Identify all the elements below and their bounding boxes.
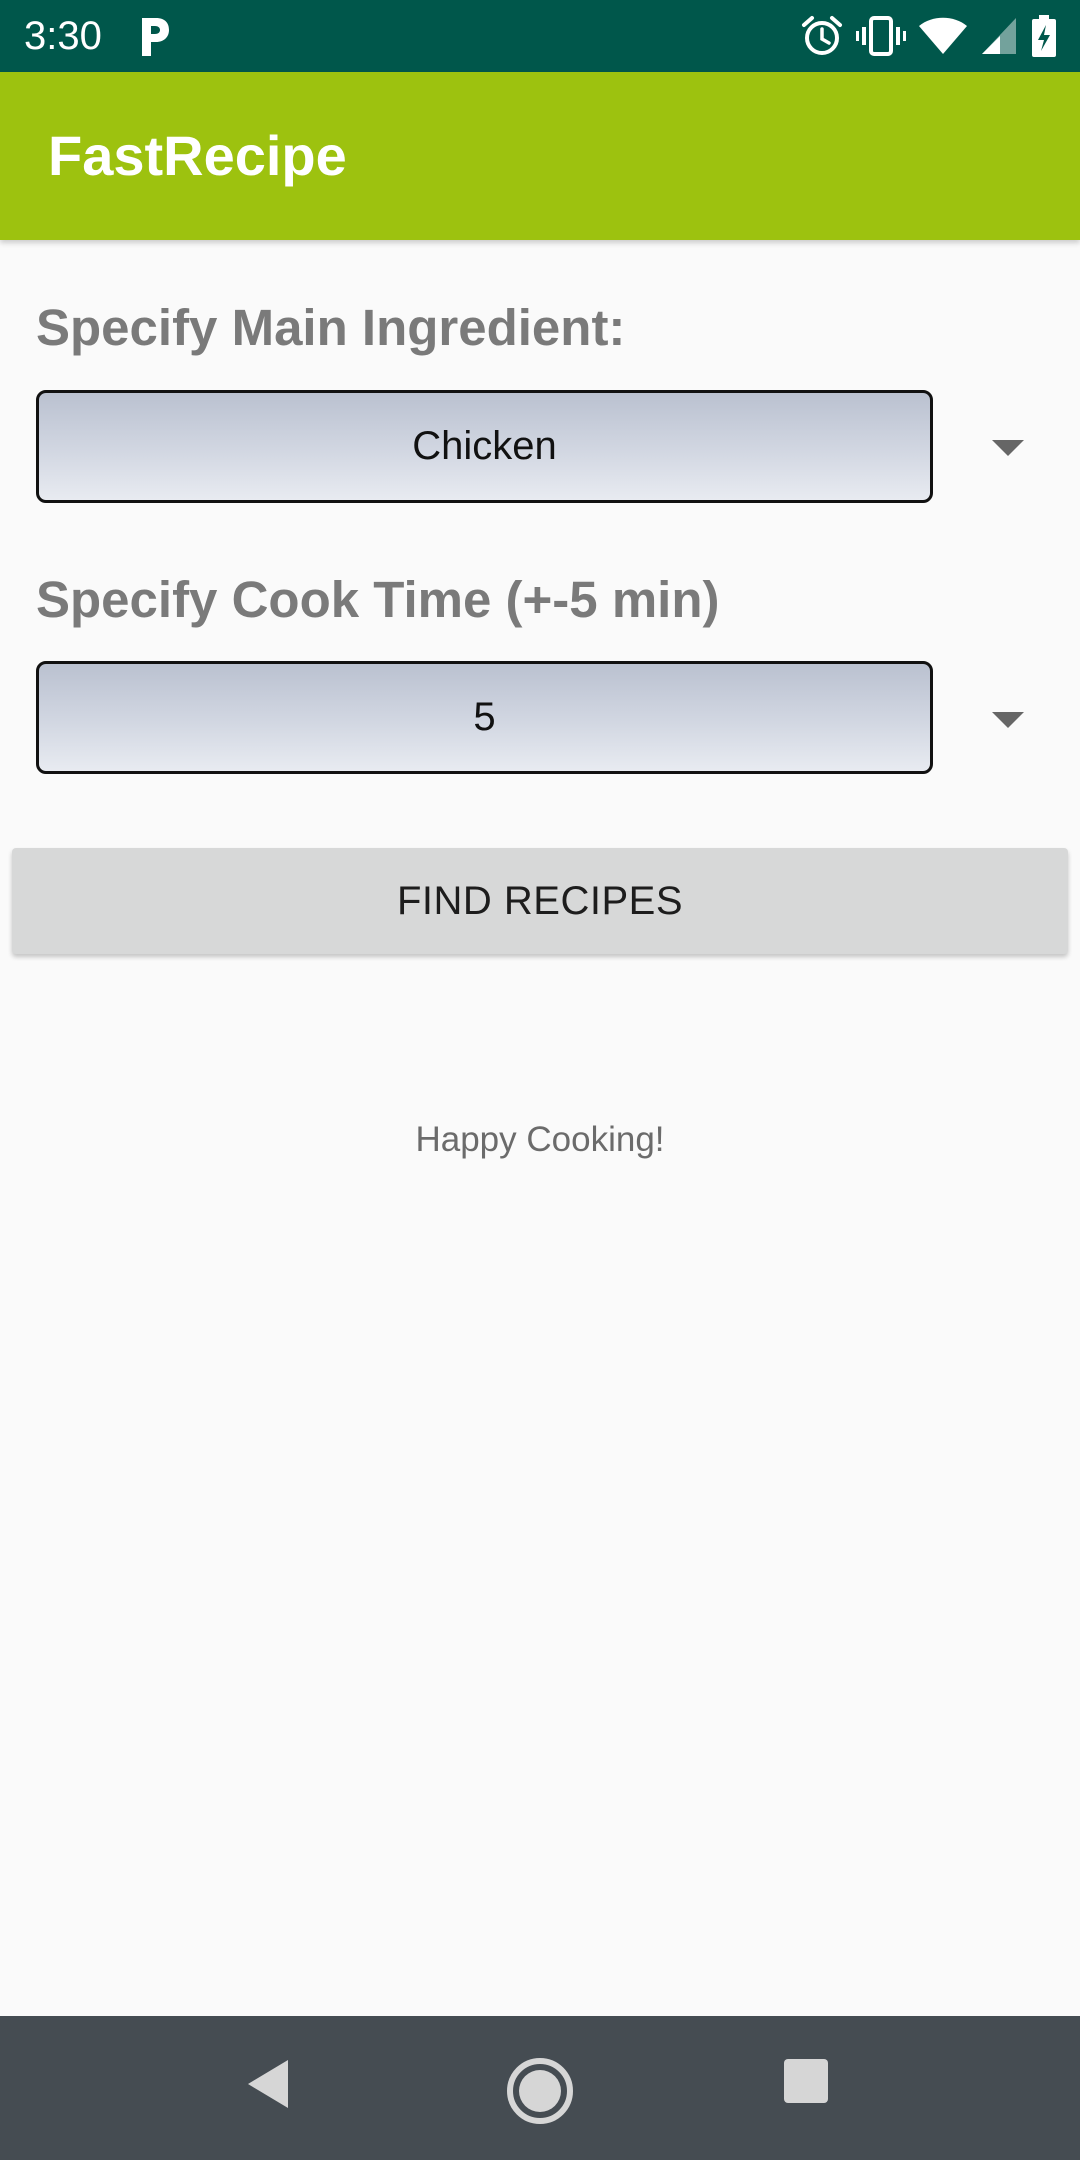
app-bar: FastRecipe: [0, 72, 1080, 240]
ingredient-dropdown[interactable]: Chicken: [36, 390, 933, 503]
status-bar: 3:30: [0, 0, 1080, 72]
cooktime-selected-value: 5: [473, 695, 496, 739]
ingredient-dropdown-arrow-icon[interactable]: [992, 440, 1024, 456]
vibrate-icon: [856, 16, 906, 56]
wifi-icon: [919, 17, 967, 54]
find-recipes-label: FIND RECIPES: [396, 878, 684, 923]
status-icons: [788, 12, 1058, 60]
parking-app-icon: [142, 18, 169, 56]
cooktime-dropdown-arrow-icon[interactable]: [992, 712, 1024, 728]
happy-cooking-text: Happy Cooking!: [415, 1120, 665, 1159]
back-icon[interactable]: [244, 2056, 292, 2112]
battery-charging-icon: [1032, 15, 1056, 57]
recents-icon[interactable]: [782, 2056, 830, 2106]
status-time: 3:30: [24, 14, 102, 58]
alarm-icon: [802, 16, 842, 55]
ingredient-selected-value: Chicken: [412, 424, 557, 468]
navigation-bar: [0, 2016, 1080, 2160]
home-icon[interactable]: [505, 2056, 575, 2126]
cell-signal-icon: [982, 18, 1016, 54]
cooktime-label: Specify Cook Time (+-5 min): [36, 571, 720, 628]
app-title: FastRecipe: [48, 124, 347, 187]
cooktime-dropdown[interactable]: 5: [36, 661, 933, 774]
find-recipes-button[interactable]: FIND RECIPES: [12, 848, 1068, 954]
ingredient-label: Specify Main Ingredient:: [36, 299, 626, 356]
